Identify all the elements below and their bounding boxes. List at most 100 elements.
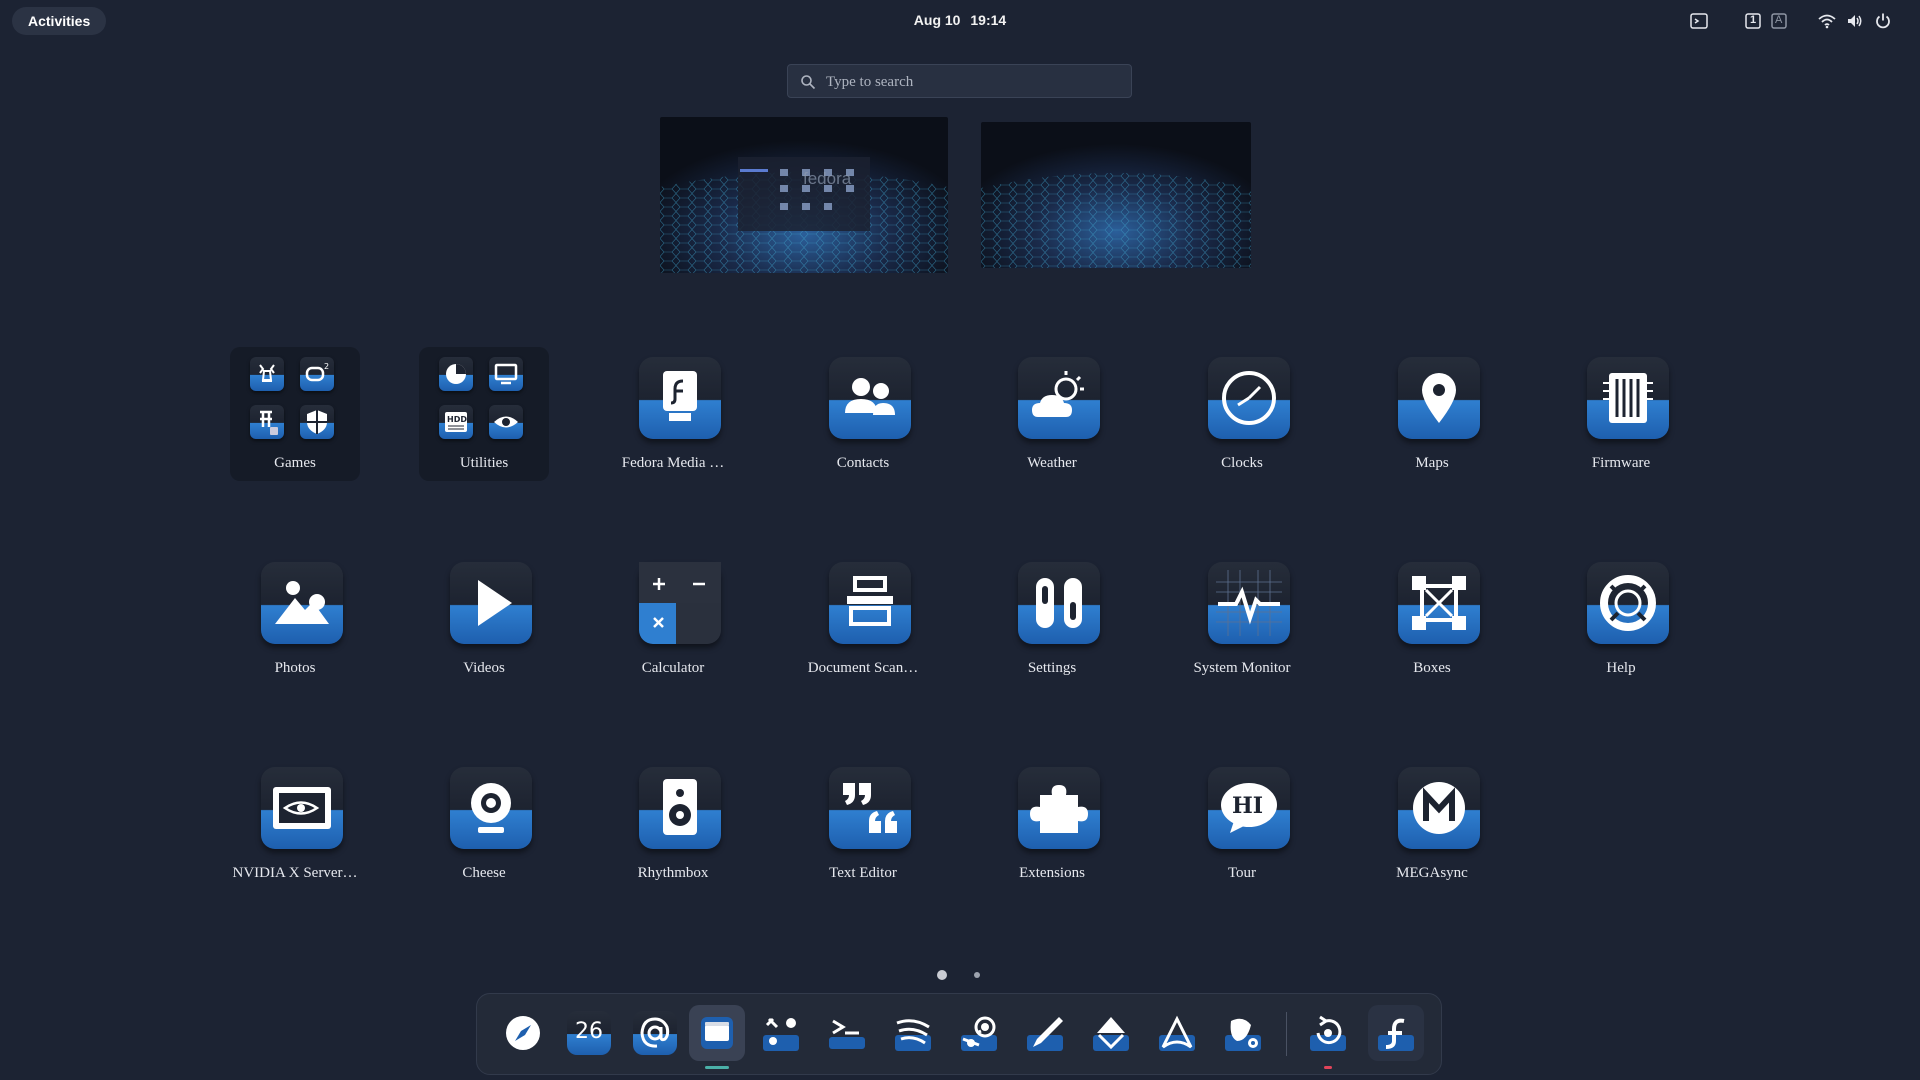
dock-spotify[interactable] <box>885 1005 941 1061</box>
svg-text:HI: HI <box>1232 793 1263 819</box>
power-icon[interactable] <box>1874 12 1892 30</box>
app-firmware[interactable]: Firmware <box>1556 347 1686 481</box>
app-label: Settings <box>1027 660 1077 676</box>
disk-usage-icon <box>439 357 473 391</box>
extensions-icon <box>1018 767 1100 849</box>
page-indicator-1[interactable] <box>937 970 947 980</box>
app-rhythmbox[interactable]: Rhythmbox <box>608 757 738 891</box>
fedora-watermark: fedora <box>803 169 852 188</box>
search-icon <box>801 75 816 90</box>
keyboard-layout-label: A <box>1775 14 1783 26</box>
dock-separator <box>1286 1012 1287 1056</box>
app-label: Fedora Media … <box>621 455 725 471</box>
search-box[interactable] <box>787 64 1132 99</box>
pinball-icon <box>250 405 284 439</box>
app-extensions[interactable]: Extensions <box>987 757 1117 891</box>
keyboard-layout-icon[interactable]: A <box>1770 12 1788 30</box>
app-label: Extensions <box>1019 865 1085 881</box>
volume-icon[interactable] <box>1846 12 1864 30</box>
dock-mail[interactable] <box>627 1005 683 1061</box>
dock-show-apps[interactable] <box>1368 1005 1424 1061</box>
app-label: Help <box>1606 660 1636 676</box>
folder-label: Utilities <box>459 455 509 471</box>
page-indicator-2[interactable] <box>974 972 980 978</box>
gitkraken-icon <box>1093 1017 1129 1051</box>
text-editor-icon <box>829 767 911 849</box>
app-label: System Monitor <box>1193 660 1291 676</box>
system-tray[interactable]: 1 A <box>1690 12 1910 30</box>
dock-gimp[interactable] <box>1215 1005 1271 1061</box>
date-time-indicator[interactable]: Aug 10 19:14 <box>0 12 1920 28</box>
app-label: NVIDIA X Server… <box>232 865 358 881</box>
dock-calendar[interactable]: 26 <box>561 1005 617 1061</box>
folder-games[interactable]: 2 Games <box>230 347 360 481</box>
app-label: Cheese <box>462 865 506 881</box>
clocks-icon <box>1208 357 1290 439</box>
app-nvidia-settings[interactable]: NVIDIA X Server… <box>230 757 360 891</box>
dock-web-browser[interactable] <box>495 1005 551 1061</box>
dock-steam[interactable] <box>951 1005 1007 1061</box>
dock-update-manager[interactable] <box>1300 1005 1356 1069</box>
date-label: Aug 10 <box>913 12 961 28</box>
weather-icon <box>1018 357 1100 439</box>
running-indicator <box>705 1066 729 1069</box>
app-tour[interactable]: HI Tour <box>1177 757 1307 891</box>
app-document-scanner[interactable]: Document Scan… <box>798 552 928 686</box>
dock-terminal[interactable] <box>819 1005 875 1061</box>
cheese-icon <box>450 767 532 849</box>
app-settings[interactable]: Settings <box>987 552 1117 686</box>
videos-icon <box>450 562 532 644</box>
web-browser-icon <box>506 1016 540 1050</box>
time-label: 19:14 <box>970 12 1007 28</box>
app-contacts[interactable]: Contacts <box>798 347 928 481</box>
svg-text:HDD: HDD <box>447 415 467 424</box>
app-cheese[interactable]: Cheese <box>419 757 549 891</box>
spotify-icon <box>895 1019 931 1051</box>
dock: 26 <box>476 993 1442 1075</box>
app-label: Document Scan… <box>807 660 919 676</box>
app-fedora-media-writer[interactable]: Fedora Media … <box>608 347 738 481</box>
app-photos[interactable]: Photos <box>230 552 360 686</box>
wifi-icon[interactable] <box>1818 12 1836 30</box>
files-icon <box>701 1017 733 1049</box>
app-label: Calculator <box>641 660 705 676</box>
o2-game-icon: 2 <box>300 357 334 391</box>
dock-inkscape[interactable] <box>1017 1005 1073 1061</box>
update-manager-icon <box>1310 1015 1346 1051</box>
mail-icon <box>640 1017 670 1048</box>
app-label: Text Editor <box>829 865 897 881</box>
dock-tweaks[interactable] <box>753 1005 809 1061</box>
search-input[interactable] <box>824 65 1128 99</box>
fedora-media-writer-icon <box>639 357 721 439</box>
app-label: Tour <box>1227 865 1257 881</box>
app-label: Rhythmbox <box>637 865 709 881</box>
app-help[interactable]: Help <box>1556 552 1686 686</box>
app-boxes[interactable]: Boxes <box>1367 552 1497 686</box>
app-label: Photos <box>274 660 316 676</box>
app-label: Clocks <box>1221 455 1263 471</box>
workspace-thumbnail-1[interactable]: fedora <box>660 117 948 273</box>
gimp-icon <box>1225 1018 1261 1051</box>
arduino-icon <box>1159 1015 1195 1051</box>
dock-arduino[interactable] <box>1149 1005 1205 1061</box>
dock-files[interactable] <box>689 1005 745 1069</box>
maps-icon <box>1398 357 1480 439</box>
app-maps[interactable]: Maps <box>1367 347 1497 481</box>
app-text-editor[interactable]: Text Editor <box>798 757 928 891</box>
app-label: Boxes <box>1413 660 1451 676</box>
folder-utilities[interactable]: HDD Utilities <box>419 347 549 481</box>
app-system-monitor[interactable]: System Monitor <box>1177 552 1307 686</box>
terminal-indicator-icon[interactable] <box>1690 12 1708 30</box>
app-clocks[interactable]: Clocks <box>1177 347 1307 481</box>
dock-gitkraken[interactable] <box>1083 1005 1139 1061</box>
photos-icon <box>261 562 343 644</box>
rhythmbox-icon <box>639 767 721 849</box>
viewer-icon <box>489 405 523 439</box>
app-calculator[interactable]: Calculator <box>608 552 738 686</box>
app-megasync[interactable]: MEGAsync <box>1367 757 1497 891</box>
app-videos[interactable]: Videos <box>419 552 549 686</box>
workspace-1-icon[interactable]: 1 <box>1744 12 1762 30</box>
app-weather[interactable]: Weather <box>987 347 1117 481</box>
system-monitor-icon <box>1208 562 1290 644</box>
workspace-thumbnail-2[interactable] <box>981 122 1251 268</box>
